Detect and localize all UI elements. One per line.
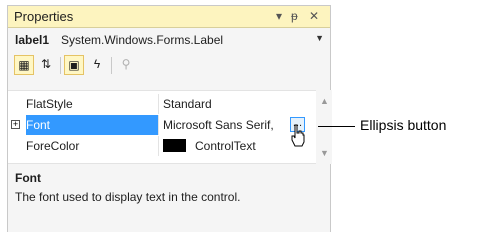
close-icon[interactable]: ✕ [309,8,319,24]
categorized-button[interactable]: ▦ [14,55,34,75]
scroll-down-icon[interactable]: ▼ [320,148,329,158]
properties-window: Properties ▾ ᵽ ✕ label1 System.Windows.F… [7,5,332,232]
property-value[interactable]: ControlText [195,136,256,156]
expand-icon[interactable]: + [11,120,20,129]
property-pages-icon: ⚲ [121,57,131,71]
properties-toolbar: ▦ ⇅ ▣ ϟ ⚲ [8,53,330,79]
vertical-scrollbar[interactable]: ▲ ▼ [316,90,332,164]
categorized-icon: ▦ [18,58,30,72]
properties-button[interactable]: ▣ [64,55,84,75]
description-pane: Font The font used to display text in th… [8,166,330,232]
description-text: The font used to display text in the con… [15,190,241,204]
events-button[interactable]: ϟ [87,55,107,75]
events-icon: ϟ [93,57,101,71]
object-name: label1 [15,33,50,47]
color-swatch [163,139,186,152]
property-name: FlatStyle [26,94,159,114]
property-row-font[interactable]: + Font Microsoft Sans Serif, ... [8,115,316,135]
object-selector[interactable]: label1 System.Windows.Forms.Label ▼ [8,28,330,52]
window-title: Properties [14,9,74,24]
alphabetical-sort-icon: ⇅ [40,57,52,71]
description-title: Font [15,171,41,185]
alphabetical-button[interactable]: ⇅ [36,55,56,75]
chevron-down-icon[interactable]: ▼ [315,33,324,43]
title-bar[interactable]: Properties ▾ ᵽ ✕ [8,6,330,28]
toolbar-separator [111,57,112,74]
property-row-flatstyle[interactable]: FlatStyle Standard [8,94,316,114]
object-type: System.Windows.Forms.Label [61,33,224,47]
property-value[interactable]: Standard [163,94,212,114]
property-row-forecolor[interactable]: ForeColor ControlText [8,136,316,156]
property-value[interactable]: Microsoft Sans Serif, [163,115,274,135]
window-position-dropdown-icon[interactable]: ▾ [276,8,282,24]
hand-cursor-icon [291,124,305,147]
property-pages-button[interactable]: ⚲ [116,55,136,75]
toolbar-separator [60,57,61,74]
callout-line [318,126,355,127]
properties-icon: ▣ [68,58,80,72]
scroll-up-icon[interactable]: ▲ [320,96,329,106]
property-grid: FlatStyle Standard + Font Microsoft Sans… [8,90,316,164]
property-name: ForeColor [26,136,159,156]
pin-icon[interactable]: ᵽ [291,8,298,24]
callout-label: Ellipsis button [360,117,447,133]
property-name: Font [26,115,159,135]
